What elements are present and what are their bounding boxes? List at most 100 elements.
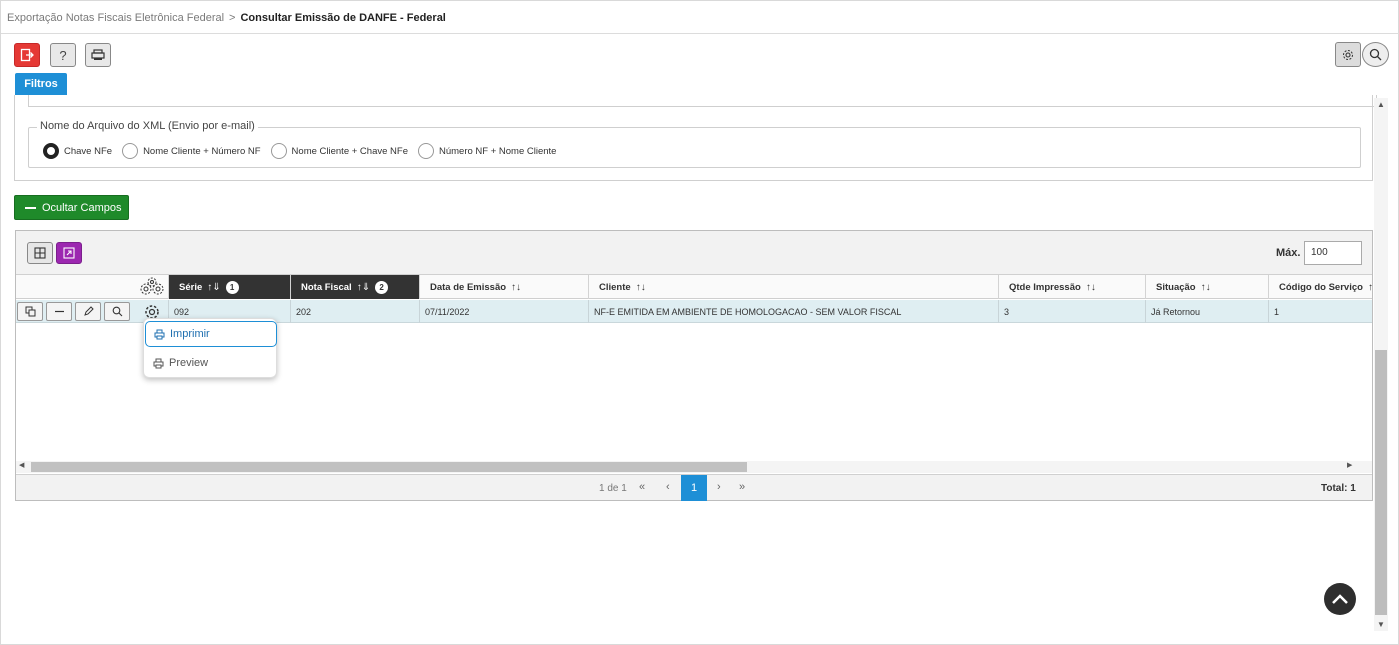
radio-unchecked-icon [417,143,434,159]
breadcrumb-parent[interactable]: Exportação Notas Fiscais Eletrônica Fede… [7,12,224,24]
cell-codigo-servico: 1 [1274,306,1280,317]
radio-chave-nfe[interactable]: Chave NFe [43,143,112,159]
column-header-cliente[interactable]: Cliente ↑↓ [589,275,999,299]
radio-unchecked-icon [122,143,139,159]
grid-icon [34,247,46,259]
menu-item-preview[interactable]: Preview [145,350,277,376]
cell-cliente: NF-E EMITIDA EM AMBIENTE DE HOMOLOGACAO … [589,300,999,323]
cell-qtde-impressao: 3 [999,300,1146,323]
column-label: Cliente [599,281,631,293]
remove-button[interactable] [46,302,72,321]
grid-toolbar: Máx. 100 [16,231,1372,275]
xml-filename-options: Chave NFe Nome Cliente + Número NF Nome … [43,143,566,159]
help-button[interactable]: ? [50,43,76,67]
column-header-data-emissao[interactable]: Data de Emissão ↑↓ [420,275,589,299]
settings-button[interactable] [1335,42,1361,67]
column-header-nota-fiscal[interactable]: Nota Fiscal ↑⇓ 2 [291,275,420,299]
minus-icon [25,206,36,209]
exit-button[interactable] [14,43,40,67]
print-settings-button[interactable] [85,43,111,67]
menu-item-label: Imprimir [170,328,210,340]
scroll-right-icon[interactable]: ▶ [1347,461,1352,469]
sort-icon: ↑↓ [635,281,646,293]
last-page-button[interactable]: » [739,481,745,493]
exit-icon [20,48,34,62]
xml-filename-legend: Nome do Arquivo do XML (Envio por e-mail… [37,120,258,132]
gears-icon [140,277,164,295]
sort-icon: ↑↓ [1200,281,1211,293]
breadcrumb-separator: > [229,12,236,24]
help-icon: ? [59,47,67,63]
scroll-up-icon[interactable]: ▲ [1377,100,1385,109]
actions-header [16,275,136,299]
tab-filtros[interactable]: Filtros [15,73,67,95]
copy-button[interactable] [17,302,43,321]
view-button[interactable] [104,302,130,321]
row-settings-header[interactable] [136,275,169,299]
filter-field-partial[interactable] [28,95,1377,107]
column-header-situacao[interactable]: Situação ↑↓ [1146,275,1269,299]
menu-item-label: Preview [169,357,209,369]
prev-page-button[interactable]: ‹ [666,481,670,493]
expand-grid-button[interactable] [56,242,82,264]
max-rows-input[interactable]: 100 [1304,241,1362,265]
sort-icon: ↑↓ [511,281,522,293]
xml-filename-fieldset: Nome do Arquivo do XML (Envio por e-mail… [28,120,1361,168]
sort-icon: ↑⇓ [207,281,221,293]
page-info: 1 de 1 [599,483,627,494]
column-header-serie[interactable]: Série ↑⇓ 1 [169,275,291,299]
column-label: Código do Serviço [1279,281,1363,293]
printer-icon [153,358,164,368]
pagination: 1 de 1 « ‹ 1 › » Total: 1 [16,474,1372,501]
sort-order-badge: 1 [225,280,239,294]
minus-icon [54,310,64,313]
column-label: Qtde Impressão [1009,281,1081,293]
column-label: Situação [1156,281,1196,293]
menu-item-imprimir[interactable]: Imprimir [145,321,277,347]
copy-icon [25,306,35,317]
current-page-button[interactable]: 1 [681,475,707,501]
hide-fields-button[interactable]: Ocultar Campos [14,195,129,220]
page-vertical-scrollbar[interactable]: ▲ ▼ [1374,98,1388,631]
first-page-button[interactable]: « [639,481,645,493]
radio-numero-nf-nome-cliente[interactable]: Número NF + Nome Cliente [417,143,557,159]
printer-icon [154,329,165,339]
search-icon [1369,48,1382,61]
column-label: Nota Fiscal [301,281,352,293]
edit-button[interactable] [75,302,101,321]
back-to-top-button[interactable] [1324,583,1356,615]
radio-label: Chave NFe [64,145,113,157]
table-header: Série ↑⇓ 1 Nota Fiscal ↑⇓ 2 Data de Emis… [16,275,1372,299]
radio-nome-cliente-chave-nfe[interactable]: Nome Cliente + Chave NFe [270,143,408,159]
scroll-down-icon[interactable]: ▼ [1377,620,1385,629]
horizontal-scrollbar[interactable]: ◀ ▶ [16,461,1372,473]
column-label: Série [179,281,203,293]
column-header-codigo-servico[interactable]: Código do Serviço ↑↓ [1269,275,1372,299]
settings-icon [1343,49,1353,60]
search-icon [112,306,122,317]
breadcrumb: Exportação Notas Fiscais Eletrônica Fede… [1,1,1399,34]
column-header-qtde-impressao[interactable]: Qtde Impressão ↑↓ [999,275,1146,299]
scroll-left-icon[interactable]: ◀ [19,461,24,469]
scrollbar-thumb[interactable] [31,462,747,472]
next-page-button[interactable]: › [717,481,721,493]
max-label: Máx. [1276,247,1301,259]
sort-order-badge: 2 [375,280,389,294]
edit-icon [83,306,94,316]
radio-nome-cliente-numero-nf[interactable]: Nome Cliente + Número NF [122,143,261,159]
radio-unchecked-icon [270,143,287,159]
global-search-button[interactable] [1362,42,1389,67]
radio-checked-icon [43,143,59,159]
radio-label: Nome Cliente + Chave NFe [291,145,408,157]
column-label: Data de Emissão [430,281,507,293]
radio-label: Número NF + Nome Cliente [438,145,557,157]
scrollbar-thumb[interactable] [1375,350,1387,615]
sort-icon: ↑↓ [1367,281,1372,293]
total-count: Total: 1 [1321,483,1356,494]
grid-columns-button[interactable] [27,242,53,264]
filter-panel: Nome do Arquivo do XML (Envio por e-mail… [14,95,1377,181]
printer-icon [91,49,105,60]
expand-icon [63,247,75,259]
row-actions-menu: Imprimir Preview [143,318,277,378]
cell-data-emissao: 07/11/2022 [420,300,589,323]
